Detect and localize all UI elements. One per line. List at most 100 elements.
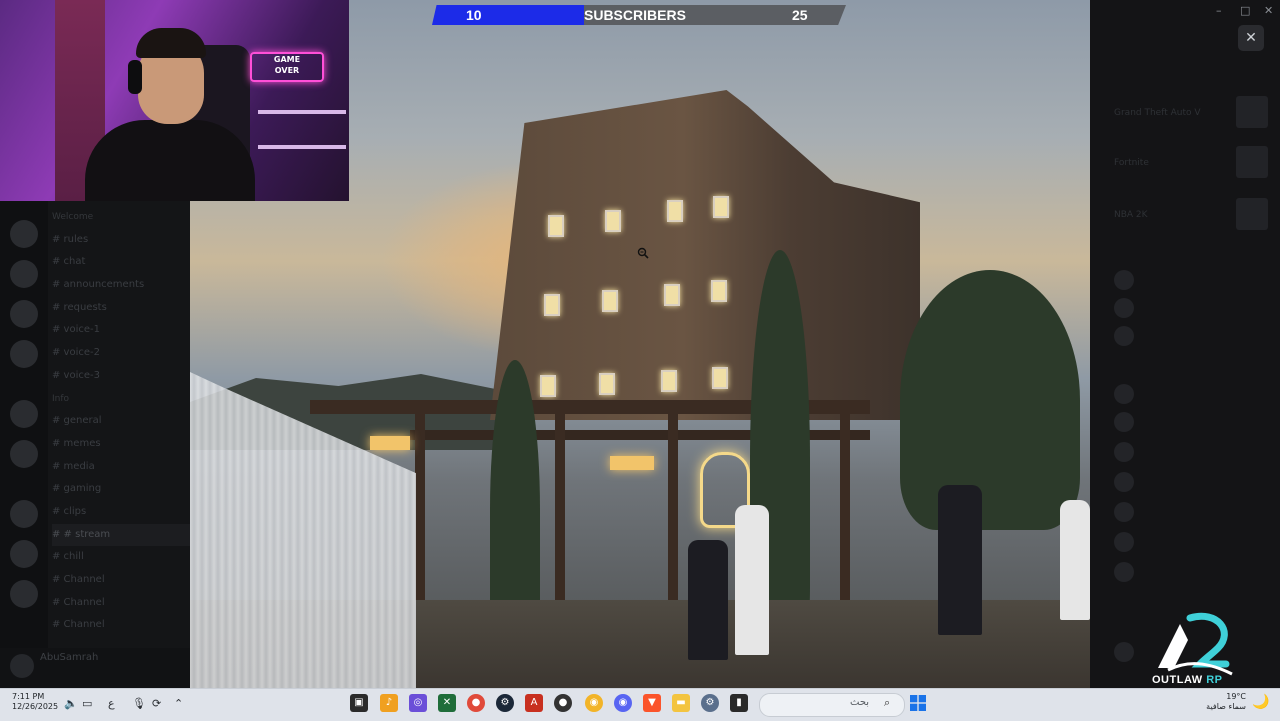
avatar[interactable] (1114, 384, 1134, 404)
language-indicator[interactable]: ع (108, 697, 115, 710)
channel-item[interactable]: # media (52, 456, 190, 479)
activity-thumbnail (1236, 96, 1268, 128)
webcam-feed: GAME OVER (0, 0, 349, 201)
avatar[interactable] (1114, 472, 1134, 492)
tower-window (544, 294, 560, 316)
logo-line-accent: RP (1206, 674, 1223, 686)
channel-item[interactable]: # rules (52, 229, 190, 252)
channel-item[interactable]: # requests (52, 297, 190, 320)
hanging-lamp (610, 456, 654, 470)
man-in-suit (938, 485, 982, 635)
avatar[interactable] (1114, 502, 1134, 522)
window-close-button[interactable]: ✕ (1264, 4, 1273, 17)
search-placeholder: بحث (850, 697, 870, 708)
clock-date: 12/26/2025 (12, 702, 59, 711)
xbox-icon[interactable]: ✕ (438, 694, 456, 712)
channel-item[interactable]: # voice-3 (52, 365, 190, 388)
goal-label: SUBSCRIBERS (584, 7, 686, 23)
tower-window (602, 290, 618, 312)
server-icon[interactable] (10, 540, 38, 568)
volume-icon[interactable]: 🔈 (64, 697, 78, 710)
weather-description: سماء صافية (1206, 702, 1246, 711)
channel-item[interactable]: # chill (52, 546, 190, 569)
autocad-icon[interactable]: A (525, 694, 543, 712)
terminal-icon[interactable]: ▮ (730, 694, 748, 712)
channel-item[interactable]: # Channel (52, 614, 190, 637)
server-rail (0, 200, 48, 688)
overlay-close-button[interactable]: ✕ (1238, 25, 1264, 51)
brave-icon[interactable]: ▼ (643, 694, 661, 712)
network-icon[interactable]: ▭ (82, 697, 92, 710)
weather-temperature: 19°C (1226, 692, 1246, 701)
fl-studio-icon[interactable]: ♪ (380, 694, 398, 712)
server-icon[interactable] (10, 440, 38, 468)
discord-icon[interactable]: ◉ (614, 694, 632, 712)
activity-thumbnail (1236, 146, 1268, 178)
tower-window (605, 210, 621, 232)
channel-item[interactable]: # Channel (52, 569, 190, 592)
server-icon[interactable] (10, 580, 38, 608)
activity-thumbnail (1236, 198, 1268, 230)
avatar[interactable] (1114, 642, 1134, 662)
avatar[interactable] (1114, 326, 1134, 346)
app-icon[interactable]: ● (554, 694, 572, 712)
chevron-up-icon[interactable]: ⌃ (174, 697, 183, 710)
call-of-duty-icon[interactable]: ▣ (350, 694, 368, 712)
hanging-lamp (370, 436, 410, 450)
microphone-icon[interactable]: 🎙 (132, 697, 146, 710)
channel-item[interactable]: # clips (52, 501, 190, 524)
goal-target-count: 25 (792, 7, 808, 23)
taskbar (0, 688, 1280, 721)
channel-item[interactable]: # chat (52, 251, 190, 274)
server-icon[interactable] (10, 500, 38, 528)
neon-sign-line: OVER (274, 66, 300, 75)
channel-category[interactable]: Welcome (52, 206, 190, 229)
goal-current-count: 10 (466, 7, 482, 23)
channel-item[interactable]: # voice-2 (52, 342, 190, 365)
steam-icon[interactable]: ⚙ (496, 694, 514, 712)
avatar[interactable] (1114, 270, 1134, 290)
avatar[interactable] (1114, 412, 1134, 432)
goal-progress-fill (432, 5, 584, 25)
activity-item[interactable]: Fortnite (1114, 158, 1149, 172)
taskbar-clock[interactable]: 7:11 PM 12/26/2025 (12, 692, 58, 712)
neon-game-over-sign: GAME OVER (250, 52, 324, 82)
man-in-white (1060, 500, 1090, 620)
channel-item-active[interactable]: # # stream (52, 523, 190, 547)
activity-item[interactable]: NBA 2K (1114, 210, 1148, 224)
windows-start-icon[interactable] (910, 695, 926, 711)
settings-icon[interactable]: ⚙ (701, 694, 719, 712)
tower-window (540, 375, 556, 397)
channel-item[interactable]: # Channel (52, 592, 190, 615)
seated-person (688, 540, 728, 660)
sync-icon[interactable]: ⟳ (152, 697, 161, 710)
channel-category[interactable]: Info (52, 388, 190, 411)
avatar[interactable] (1114, 298, 1134, 318)
maximize-button[interactable]: □ (1240, 4, 1250, 17)
chrome-icon[interactable]: ● (467, 694, 485, 712)
seated-person (735, 505, 769, 655)
server-icon[interactable] (10, 220, 38, 248)
avatar[interactable] (1114, 532, 1134, 552)
server-icon[interactable] (10, 400, 38, 428)
shelf (258, 110, 346, 114)
server-icon[interactable] (10, 300, 38, 328)
channel-item[interactable]: # gaming (52, 478, 190, 501)
server-icon[interactable] (10, 340, 38, 368)
browser-icon[interactable]: ◎ (409, 694, 427, 712)
channel-item[interactable]: # memes (52, 433, 190, 456)
avatar[interactable] (1114, 562, 1134, 582)
avatar[interactable] (1114, 442, 1134, 462)
channel-item[interactable]: # announcements (52, 274, 190, 297)
logo-line: OUTLAW (1152, 674, 1203, 686)
file-explorer-icon[interactable]: ▬ (672, 694, 690, 712)
avatar[interactable] (10, 654, 34, 678)
discord-alt-icon[interactable]: ◉ (585, 694, 603, 712)
search-icon[interactable]: ⌕ (884, 696, 890, 710)
channel-item[interactable]: # voice-1 (52, 319, 190, 342)
activity-item[interactable]: Grand Theft Auto V (1114, 108, 1201, 122)
server-icon[interactable] (10, 260, 38, 288)
weather-widget[interactable]: 19°C سماء صافية (1206, 692, 1246, 712)
minimize-button[interactable]: – (1216, 4, 1222, 17)
channel-item[interactable]: # general (52, 410, 190, 433)
